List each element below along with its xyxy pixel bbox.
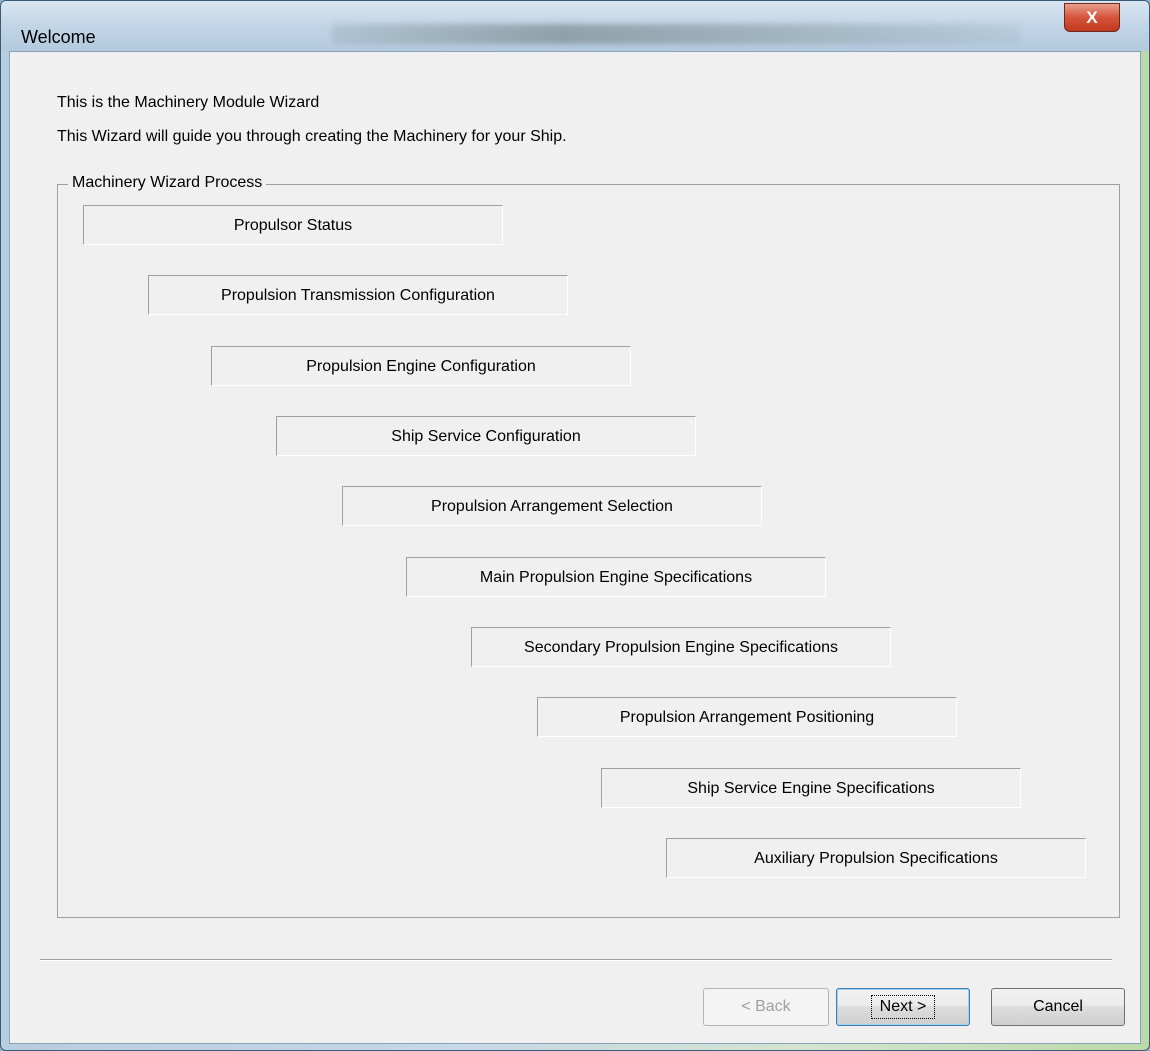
step-propulsion-arrangement-positioning: Propulsion Arrangement Positioning [537,697,957,737]
process-legend: Machinery Wizard Process [68,174,267,192]
intro-description: This Wizard will guide you through creat… [57,128,567,145]
step-secondary-propulsion-engine-specifications: Secondary Propulsion Engine Specificatio… [471,627,891,667]
wizard-client-area: This is the Machinery Module Wizard This… [9,51,1141,1044]
close-button[interactable]: X [1064,3,1120,32]
back-button[interactable]: < Back [703,988,829,1026]
step-propulsion-arrangement-selection: Propulsion Arrangement Selection [342,486,762,526]
step-propulsion-transmission-configuration: Propulsion Transmission Configuration [148,275,568,315]
window-title: Welcome [21,27,96,47]
blurred-background-text [331,24,1021,44]
step-ship-service-configuration: Ship Service Configuration [276,416,696,456]
step-auxiliary-propulsion-specifications: Auxiliary Propulsion Specifications [666,838,1086,878]
step-propulsion-engine-configuration: Propulsion Engine Configuration [211,346,631,386]
step-ship-service-engine-specifications: Ship Service Engine Specifications [601,768,1021,808]
intro-title: This is the Machinery Module Wizard [57,94,320,111]
process-groupbox: Machinery Wizard Process Propulsor Statu… [57,174,1120,918]
step-main-propulsion-engine-specifications: Main Propulsion Engine Specifications [406,557,826,597]
next-button[interactable]: Next > [836,988,970,1026]
title-bar[interactable]: Welcome X [1,1,1149,51]
cancel-button[interactable]: Cancel [991,988,1125,1026]
close-icon: X [1086,8,1098,27]
button-separator [40,959,1112,961]
next-button-label: Next > [870,995,936,1019]
wizard-window: Welcome X This is the Machinery Module W… [0,0,1150,1051]
step-propulsor-status: Propulsor Status [83,205,503,245]
